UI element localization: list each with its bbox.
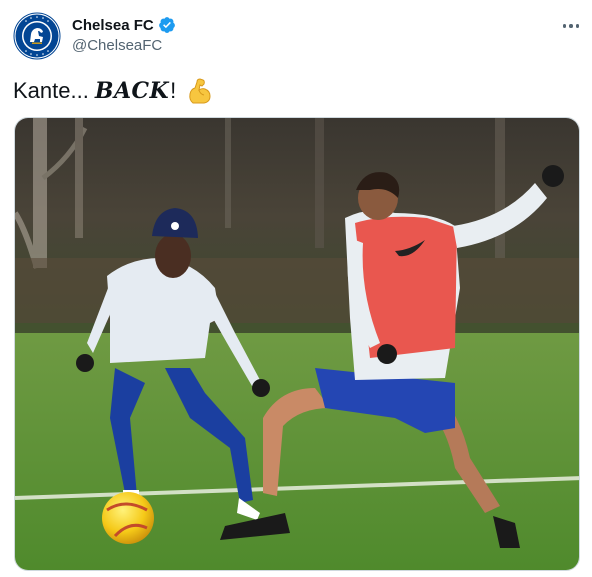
- verified-badge-icon: [158, 16, 176, 34]
- more-options-button[interactable]: [556, 14, 586, 38]
- flexed-biceps-icon: [186, 76, 214, 106]
- chelsea-crest-icon: [13, 12, 61, 60]
- author-name-row[interactable]: Chelsea FC: [72, 16, 176, 34]
- tweet-media-photo[interactable]: [14, 117, 580, 571]
- tweet-text: Kante... BACK !: [13, 76, 214, 106]
- training-photo: [15, 118, 579, 570]
- display-name[interactable]: Chelsea FC: [72, 17, 154, 34]
- tweet-text-after: !: [170, 78, 177, 103]
- tweet-text-emphasis: BACK: [94, 78, 170, 104]
- tweet-text-before: Kante...: [13, 78, 89, 103]
- tweet-card: Chelsea FC @ChelseaFC Kante... BACK !: [0, 0, 592, 577]
- more-options-icon: [562, 24, 567, 28]
- football: [102, 492, 154, 544]
- author-handle[interactable]: @ChelseaFC: [72, 37, 162, 54]
- avatar[interactable]: [13, 12, 61, 60]
